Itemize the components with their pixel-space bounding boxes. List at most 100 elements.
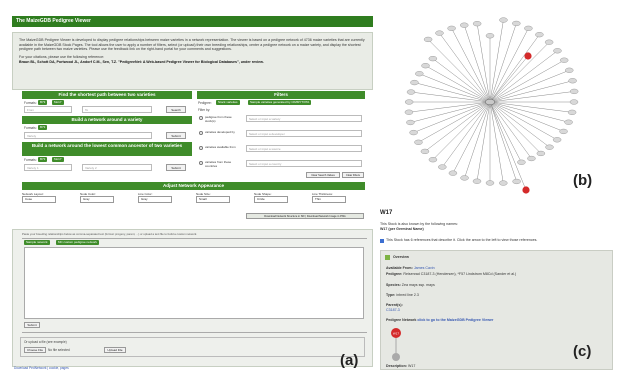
network-node[interactable] (472, 178, 482, 184)
network-node[interactable] (517, 159, 526, 165)
parent-link[interactable]: C3187-3 (386, 308, 400, 313)
pedigree-option-sample[interactable]: Sample varieties generated by CIMMYT/IIT… (248, 100, 312, 105)
submit-button[interactable]: Submit (166, 132, 186, 139)
submit-button[interactable]: Submit (24, 322, 40, 328)
relationships-textarea[interactable] (24, 247, 364, 319)
upload-file-button[interactable]: Upload File (104, 347, 126, 353)
network-node[interactable] (569, 88, 579, 94)
intro-paragraph: The MaizeGDB Pedigree Viewer is develope… (19, 38, 365, 52)
network-node[interactable] (421, 63, 430, 69)
filter-radio[interactable] (199, 131, 203, 135)
network-node[interactable] (410, 79, 419, 86)
network-node[interactable] (404, 99, 414, 105)
network-node[interactable] (569, 99, 579, 105)
filter-developer-input[interactable]: Select or input a developer (246, 130, 362, 137)
to-input[interactable]: To (82, 106, 152, 113)
network-node[interactable] (415, 71, 424, 77)
clear-search-button[interactable]: Clear Search Values (306, 172, 340, 178)
footer-links[interactable]: Download PedNetwork | cookie, pages (14, 366, 69, 370)
mini-pedigree-network[interactable]: W17 (386, 324, 416, 364)
mini-node-parent[interactable] (392, 353, 400, 361)
filter-radio[interactable] (199, 116, 203, 120)
network-node[interactable] (420, 148, 430, 155)
filter-radio[interactable] (199, 161, 203, 165)
pedigree-label: Pedigree: (386, 272, 403, 276)
network-node[interactable] (438, 164, 447, 170)
network-node[interactable] (423, 36, 433, 43)
format-option-b73[interactable]: B73 (38, 100, 48, 105)
network-node[interactable] (406, 119, 415, 126)
filter-stock-input[interactable]: Select or input a variety (246, 115, 362, 122)
network-node[interactable] (524, 25, 533, 31)
pedigree-network-link[interactable]: click to go to the MaizeGDB Pedigree Vie… (417, 318, 493, 322)
network-node[interactable] (512, 20, 521, 27)
network-node[interactable] (409, 129, 418, 136)
network-node[interactable] (428, 56, 438, 62)
network-node[interactable] (552, 137, 562, 143)
network-node[interactable] (406, 89, 416, 95)
pedigree-option-stock[interactable]: Stock varieties (216, 100, 240, 105)
line-thickness-select[interactable]: Thin (312, 196, 346, 203)
network-node[interactable] (448, 170, 458, 176)
network-node[interactable] (559, 57, 569, 63)
known-by-text: This Stock is also known by the followin… (380, 222, 458, 226)
line-color-select[interactable]: Gray (138, 196, 172, 203)
search-button[interactable]: Search (166, 106, 186, 113)
format-option-mo17[interactable]: Mo17 (52, 157, 64, 162)
network-node[interactable] (544, 39, 554, 45)
format-option-b73[interactable]: B73 (38, 125, 48, 130)
network-node[interactable] (499, 180, 508, 186)
variety2-input[interactable]: Variety 2 (82, 164, 152, 171)
network-node[interactable] (499, 17, 508, 23)
layout-select[interactable]: Cose (22, 196, 56, 203)
network-node[interactable] (460, 175, 469, 181)
species-label: Species: (386, 283, 401, 287)
network-node[interactable] (435, 30, 444, 36)
choose-file-button[interactable]: Choose File (24, 347, 46, 353)
network-node[interactable] (527, 155, 536, 162)
filter-country-input[interactable]: Select or input a country (246, 160, 362, 167)
network-node[interactable] (472, 21, 482, 27)
node-size-select[interactable]: Small (196, 196, 230, 203)
network-edge (432, 101, 491, 160)
network-node[interactable] (428, 157, 438, 163)
network-node[interactable] (545, 144, 554, 150)
species-row: Species: Zea mays ssp. mays (386, 283, 610, 288)
variety1-input[interactable]: Variety 1 (24, 164, 72, 171)
network-node[interactable] (565, 67, 574, 73)
clear-filters-button[interactable]: Clear Filters (342, 172, 364, 178)
network-node[interactable] (568, 78, 577, 84)
network-node-highlighted[interactable] (524, 52, 532, 60)
network-node[interactable] (553, 48, 562, 54)
network-node[interactable] (536, 150, 546, 157)
tab-sample-network[interactable]: Sample network (24, 240, 50, 245)
format-option-mo17[interactable]: Mo17 (52, 100, 64, 105)
network-node[interactable] (564, 119, 573, 125)
tab-custom-network[interactable]: MC custom pedigree network (56, 240, 100, 245)
network-node[interactable] (559, 128, 568, 135)
network-node[interactable] (414, 139, 423, 145)
submit-button[interactable]: Submit (166, 164, 186, 171)
format-option-b73[interactable]: B73 (38, 157, 48, 162)
available-from-link[interactable]: James Cavin (414, 266, 435, 270)
from-input[interactable]: From (24, 106, 72, 113)
network-node[interactable] (485, 180, 495, 186)
line-thickness-control: Line Thickness: Thin (312, 192, 346, 203)
network-node[interactable] (485, 33, 495, 39)
network-node[interactable] (460, 22, 469, 28)
references-toggle-icon[interactable] (380, 239, 384, 243)
network-node[interactable] (567, 109, 577, 115)
filter-radio[interactable] (199, 146, 203, 150)
network-node[interactable] (535, 32, 544, 38)
network-center-node[interactable] (485, 98, 495, 106)
network-node[interactable] (512, 178, 521, 185)
variety-input[interactable]: Variety (24, 132, 152, 139)
node-color-select[interactable]: Gray (80, 196, 114, 203)
network-node[interactable] (447, 25, 456, 31)
network-node-highlighted[interactable] (522, 186, 530, 194)
network-node[interactable] (404, 109, 414, 115)
download-links[interactable]: Download Network Structure in SIF | Down… (246, 213, 364, 219)
node-color-control: Node Color: Gray (80, 192, 114, 203)
filter-source-input[interactable]: Select or input a source (246, 145, 362, 152)
node-shape-select[interactable]: Circle (254, 196, 288, 203)
